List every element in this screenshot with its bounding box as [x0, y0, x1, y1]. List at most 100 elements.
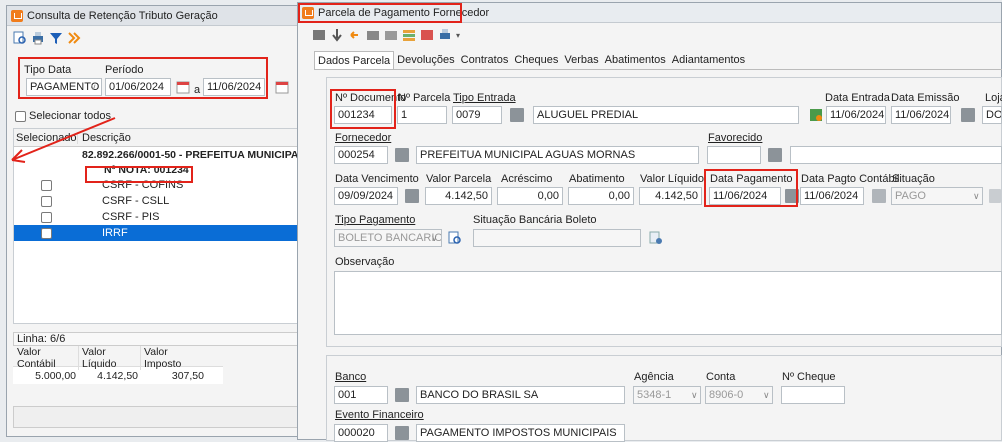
- conta-value: 8906-0: [709, 389, 744, 401]
- dropdown-arrow-icon[interactable]: ▾: [456, 31, 460, 40]
- fornecedor-label[interactable]: Fornecedor: [335, 132, 391, 144]
- list-icon[interactable]: [402, 28, 416, 42]
- status-bar: [13, 406, 298, 428]
- banco-code-field[interactable]: 001: [334, 386, 388, 404]
- chevron-down-icon[interactable]: ∨: [973, 191, 980, 202]
- tab-abatimentos[interactable]: Abatimentos: [602, 51, 669, 70]
- loja-field[interactable]: DO: [982, 106, 1002, 124]
- row-checkbox[interactable]: [40, 227, 52, 239]
- calendar-icon[interactable]: [872, 189, 886, 203]
- search-document-icon[interactable]: [448, 231, 462, 245]
- table-row[interactable]: IRRF: [14, 225, 297, 241]
- highlight-nota-box: [85, 166, 193, 183]
- banco-desc-field: BANCO DO BRASIL SA: [416, 386, 625, 404]
- lookup-icon[interactable]: [961, 108, 975, 122]
- agencia-label: Agência: [634, 371, 674, 383]
- acrescimo-field[interactable]: 0,00: [497, 187, 563, 205]
- chevron-down-icon[interactable]: ∨: [763, 390, 770, 401]
- chevrons-right-icon[interactable]: [67, 31, 81, 45]
- total-contabil: 5.000,00: [35, 369, 76, 382]
- data-pagto-contabil-field[interactable]: 11/06/2024: [800, 187, 864, 205]
- chevron-down-icon[interactable]: ∨: [691, 390, 698, 401]
- calculator-icon[interactable]: [809, 108, 823, 122]
- right-toolbar: ▾: [298, 23, 1001, 47]
- select-all-label: Selecionar todos: [29, 110, 111, 122]
- lookup-icon[interactable]: [395, 148, 409, 162]
- abatimento-field[interactable]: 0,00: [568, 187, 634, 205]
- favorecido-label[interactable]: Favorecido: [708, 132, 762, 144]
- data-entrada-field[interactable]: 11/06/2024: [826, 106, 886, 124]
- tab-devolu-es[interactable]: Devoluções: [394, 51, 457, 70]
- calendar-icon[interactable]: [275, 80, 289, 94]
- favorecido-code-field[interactable]: [707, 146, 761, 164]
- tab-verbas[interactable]: Verbas: [561, 51, 601, 70]
- table-row[interactable]: CSRF - PIS: [14, 209, 297, 225]
- refresh-document-icon[interactable]: [649, 231, 663, 245]
- tab-adiantamentos[interactable]: Adiantamentos: [669, 51, 748, 70]
- tipo-pagamento-select[interactable]: BOLETO BANCARIO: [334, 229, 442, 247]
- row-checkbox[interactable]: [40, 211, 52, 223]
- edit-icon[interactable]: [366, 28, 380, 42]
- tab-cheques[interactable]: Cheques: [511, 51, 561, 70]
- col-descricao[interactable]: Descrição: [78, 132, 131, 144]
- highlight-documento-box: [330, 89, 396, 129]
- chevron-down-icon[interactable]: ∨: [431, 233, 438, 244]
- tab-contratos[interactable]: Contratos: [458, 51, 512, 70]
- tab-dados-parcela[interactable]: Dados Parcela: [314, 51, 395, 70]
- lookup-icon[interactable]: [989, 189, 1001, 203]
- evento-code-field[interactable]: 000020: [334, 424, 388, 442]
- n-parcela-field[interactable]: 1: [397, 106, 447, 124]
- grid-header: Selecionado Descrição: [14, 129, 297, 147]
- highlight-title-box: [298, 3, 462, 23]
- data-vencimento-field[interactable]: 09/09/2024: [334, 187, 398, 205]
- select-all-checkbox[interactable]: [15, 110, 26, 122]
- acrescimo-label: Acréscimo: [501, 173, 553, 185]
- situacao-select[interactable]: PAGO: [891, 187, 983, 205]
- print-icon[interactable]: [438, 28, 452, 42]
- table-row[interactable]: CSRF - CSLL: [14, 193, 297, 209]
- undo-icon[interactable]: [348, 28, 362, 42]
- situacao-value: PAGO: [895, 190, 926, 202]
- tipo-pagamento-label[interactable]: Tipo Pagamento: [335, 214, 415, 226]
- calendar-icon[interactable]: [405, 189, 419, 203]
- tipo-entrada-label[interactable]: Tipo Entrada: [453, 92, 516, 104]
- row-descricao: IRRF: [102, 227, 128, 239]
- lookup-icon[interactable]: [395, 426, 409, 440]
- data-emissao-field[interactable]: 11/06/2024: [891, 106, 951, 124]
- n-cheque-field[interactable]: [781, 386, 845, 404]
- select-all-row[interactable]: Selecionar todos: [15, 110, 111, 122]
- n-cheque-label: Nº Cheque: [782, 371, 836, 383]
- print-icon[interactable]: [31, 31, 45, 45]
- row-descricao: CSRF - CSLL: [102, 195, 170, 207]
- row-checkbox[interactable]: [40, 179, 52, 191]
- highlight-filter-box: [18, 57, 268, 99]
- filter-icon[interactable]: [49, 31, 63, 45]
- total-header-liquido: Valor Líquido: [79, 346, 141, 370]
- grid-icon[interactable]: [312, 28, 326, 42]
- arrow-down-icon[interactable]: [330, 28, 344, 42]
- fornecedor-code-field[interactable]: 000254: [334, 146, 388, 164]
- lookup-icon[interactable]: [510, 108, 524, 122]
- valor-parcela-label: Valor Parcela: [426, 173, 492, 185]
- search-document-icon[interactable]: [13, 31, 27, 45]
- row-checkbox[interactable]: [40, 195, 52, 207]
- linha-bar: Linha: 6/6: [13, 332, 298, 346]
- banco-label[interactable]: Banco: [335, 371, 366, 383]
- copy-icon[interactable]: [384, 28, 398, 42]
- data-emissao-label: Data Emissão: [891, 92, 960, 104]
- col-selecionado[interactable]: Selecionado: [14, 131, 78, 144]
- tipo-entrada-code-field[interactable]: 0079: [452, 106, 502, 124]
- lookup-icon[interactable]: [768, 148, 782, 162]
- tab-bar: Dados Parcela Devoluções Contratos Cheques V…: [314, 51, 748, 70]
- lookup-icon[interactable]: [395, 388, 409, 402]
- total-header-contabil: Valor Contábil: [13, 346, 79, 370]
- left-toolbar: [7, 26, 300, 50]
- results-grid: Selecionado Descrição 82.892.266/0001-50…: [13, 128, 298, 324]
- situacao-label: Situação: [892, 173, 935, 185]
- evento-financeiro-label[interactable]: Evento Financeiro: [335, 409, 424, 421]
- data-pagto-contabil-label: Data Pagto Contábil: [801, 173, 900, 185]
- left-window: Consulta de Retenção Tributo Geração Tip…: [6, 5, 301, 437]
- observacao-field[interactable]: [334, 271, 1002, 335]
- valor-parcela-field[interactable]: 4.142,50: [425, 187, 492, 205]
- image-icon[interactable]: [420, 28, 434, 42]
